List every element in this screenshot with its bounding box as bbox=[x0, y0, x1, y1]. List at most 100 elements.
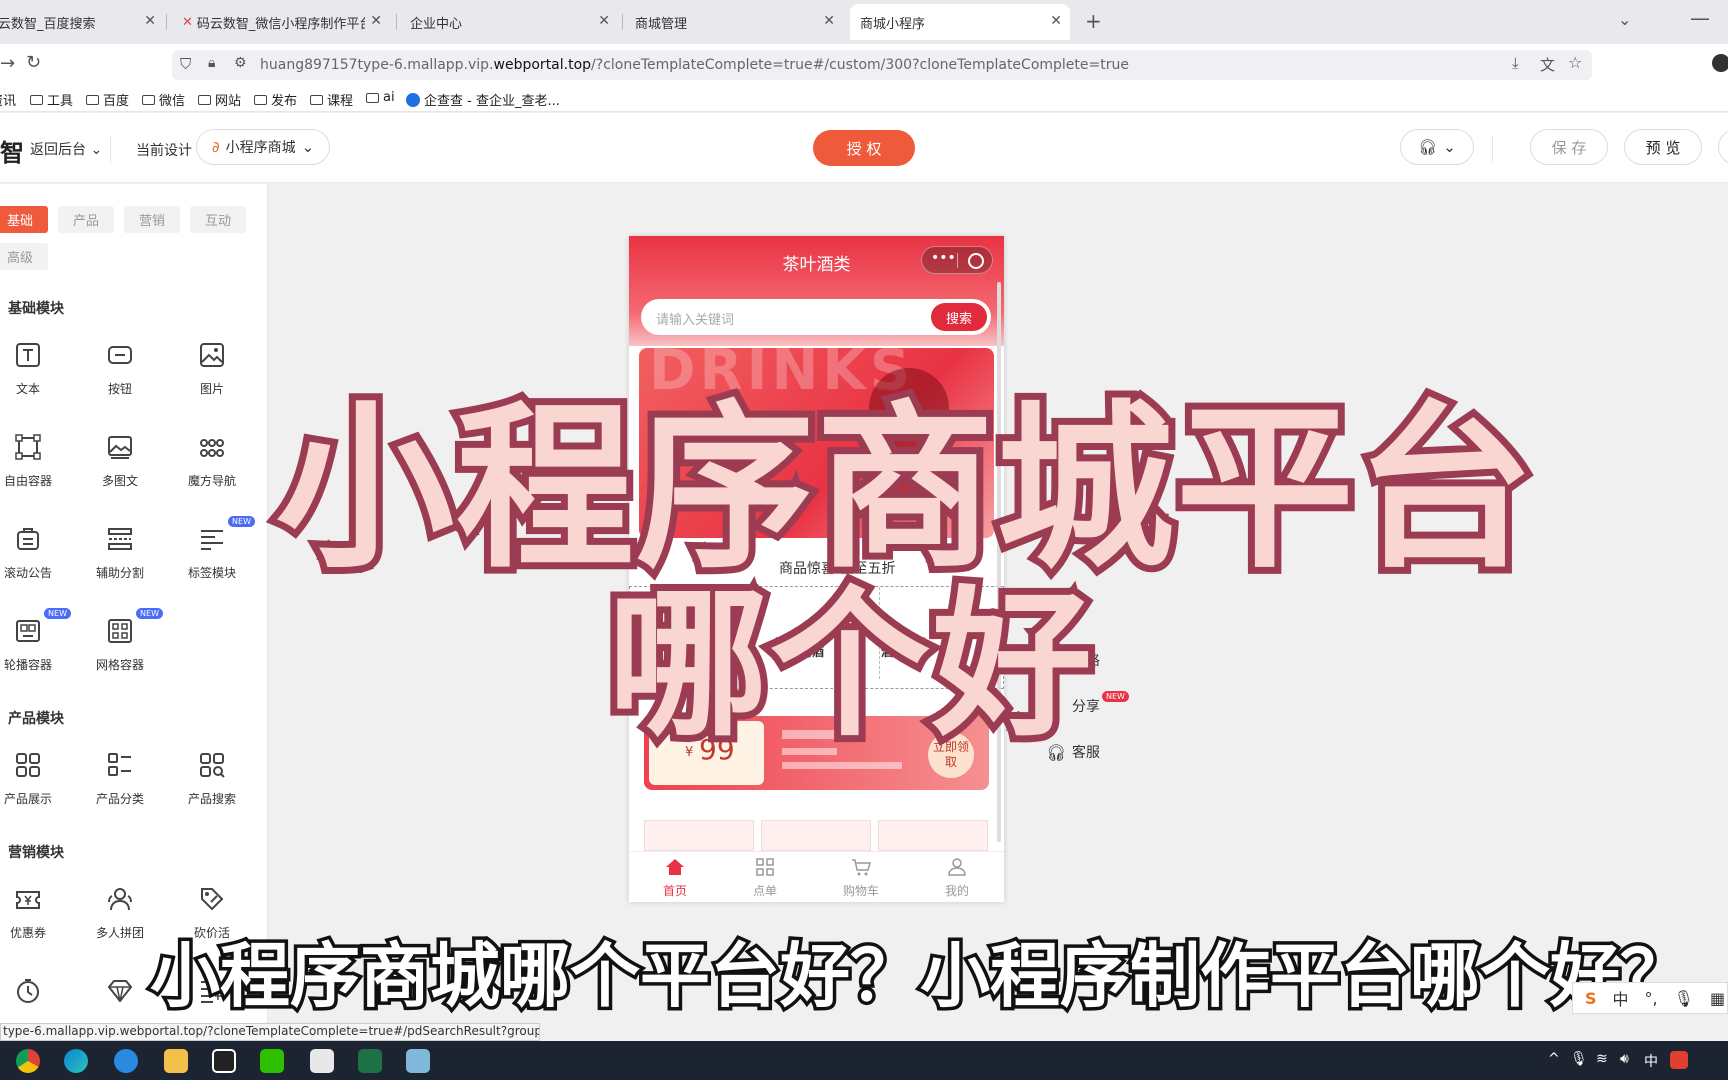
component-scroll-notice[interactable]: 滚动公告 bbox=[0, 526, 73, 596]
component-image[interactable]: 图片 bbox=[167, 342, 257, 412]
help-icon[interactable] bbox=[1712, 54, 1728, 72]
more-dots-icon[interactable]: ••• bbox=[931, 250, 956, 266]
new-tab-icon[interactable]: + bbox=[1085, 9, 1102, 33]
preview-button[interactable]: 预 览 bbox=[1624, 129, 1702, 165]
close-target-icon[interactable] bbox=[968, 253, 984, 269]
bookmark-item[interactable]: 工具 bbox=[30, 90, 73, 109]
tray-ime-indicator[interactable]: 中 bbox=[1644, 1051, 1658, 1071]
minimize-icon[interactable]: — bbox=[1690, 6, 1710, 30]
forward-icon[interactable]: → bbox=[0, 53, 15, 74]
component-text[interactable]: 文本 bbox=[0, 342, 73, 412]
browser-tab-mayun[interactable]: ✕ 码云数智_微信小程序制作平台_ ✕ bbox=[172, 4, 390, 40]
capsule-menu[interactable]: ••• bbox=[921, 246, 993, 274]
component-grid-container[interactable]: NEW 网格容器 bbox=[75, 608, 165, 688]
edge-icon[interactable] bbox=[64, 1049, 88, 1073]
component-button[interactable]: 按钮 bbox=[75, 342, 165, 412]
new-badge: NEW bbox=[1102, 690, 1129, 702]
bookmark-item[interactable]: 企查查 - 查企业_查老... bbox=[406, 90, 560, 109]
bookmark-item[interactable]: ai bbox=[366, 90, 395, 105]
translate-icon[interactable]: 文 bbox=[1540, 54, 1555, 75]
tray-sogou-icon[interactable] bbox=[1670, 1051, 1688, 1069]
close-icon[interactable]: ✕ bbox=[598, 13, 610, 29]
cat-tab-advanced[interactable]: 高级 bbox=[0, 243, 48, 270]
punctuation-icon[interactable]: °, bbox=[1645, 989, 1658, 1008]
tab-label: 企业中心 bbox=[410, 16, 463, 32]
phone-search-box[interactable]: 请输入关键词 搜索 bbox=[641, 299, 991, 335]
bookmark-item[interactable]: 课程 bbox=[310, 90, 353, 109]
support-headset-button[interactable]: 🎧︎ ⌄ bbox=[1400, 129, 1474, 165]
browser-tab-mall-miniprogram[interactable]: 商城小程序 ✕ bbox=[850, 4, 1070, 40]
tab-home[interactable]: 首页 bbox=[645, 858, 705, 899]
component-divider[interactable]: 辅助分割 bbox=[75, 526, 165, 596]
tab-list-chevron-icon[interactable]: ⌄ bbox=[1618, 10, 1631, 29]
component-carousel[interactable]: NEW 轮播容器 bbox=[0, 608, 73, 688]
excel-icon[interactable] bbox=[358, 1049, 382, 1073]
tray-mic-icon[interactable]: 🎙︎ bbox=[1570, 1051, 1588, 1067]
browser-tab-baidu[interactable]: 云数智_百度搜索 ✕ bbox=[0, 4, 164, 40]
bookmark-item[interactable]: 发布 bbox=[254, 90, 297, 109]
file-explorer-icon[interactable] bbox=[164, 1049, 188, 1073]
authorize-button[interactable]: 授 权 bbox=[813, 130, 915, 166]
more-button[interactable] bbox=[1718, 129, 1728, 165]
browser-tab-mall-manage[interactable]: 商城管理 ✕ bbox=[625, 4, 843, 40]
cat-tab-interact[interactable]: 互动 bbox=[190, 206, 246, 233]
qq-icon[interactable] bbox=[212, 1049, 236, 1073]
close-icon[interactable]: ✕ bbox=[370, 13, 382, 29]
tag-list-icon bbox=[201, 530, 223, 550]
bookmark-item[interactable]: 资讯 bbox=[0, 90, 16, 109]
site-settings-icon[interactable]: ⚙ bbox=[234, 55, 247, 71]
component-seckill[interactable] bbox=[0, 978, 73, 1024]
tab-cart[interactable]: 购物车 bbox=[831, 858, 891, 899]
tab-order[interactable]: 点单 bbox=[735, 858, 795, 899]
chrome-icon[interactable] bbox=[16, 1049, 40, 1073]
product-card[interactable] bbox=[644, 820, 754, 851]
app-icon[interactable] bbox=[310, 1049, 334, 1073]
product-card[interactable] bbox=[761, 820, 871, 851]
volume-icon[interactable]: 🔊︎ bbox=[1620, 1051, 1629, 1067]
search-button[interactable]: 搜索 bbox=[931, 303, 987, 331]
save-button[interactable]: 保 存 bbox=[1530, 129, 1608, 165]
component-multi-image-text[interactable]: 多图文 bbox=[75, 434, 165, 504]
component-product-display[interactable]: 产品展示 bbox=[0, 752, 73, 822]
product-card[interactable] bbox=[878, 820, 988, 851]
address-bar[interactable]: ⛉ 🔒︎ ⚙ huang897157type-6.mallapp.vip.web… bbox=[172, 50, 1592, 80]
close-icon[interactable]: ✕ bbox=[1050, 13, 1062, 29]
component-tag[interactable]: NEW 标签模块 bbox=[167, 516, 257, 596]
mic-icon[interactable]: 🎙︎ bbox=[1674, 989, 1694, 1008]
bookmark-item[interactable]: 百度 bbox=[86, 90, 129, 109]
sogou-icon[interactable]: S bbox=[1585, 989, 1597, 1008]
section-basic: 基础模块 bbox=[8, 301, 64, 317]
component-cube-nav[interactable]: 魔方导航 bbox=[167, 434, 257, 504]
close-icon[interactable]: ✕ bbox=[144, 13, 156, 29]
cat-tab-marketing[interactable]: 营销 bbox=[124, 206, 180, 233]
search-input[interactable]: 请输入关键词 bbox=[656, 309, 734, 328]
close-icon[interactable]: ✕ bbox=[823, 13, 835, 29]
star-icon[interactable]: ☆ bbox=[1568, 53, 1582, 72]
url-text[interactable]: huang897157type-6.mallapp.vip.webportal.… bbox=[260, 57, 1129, 73]
section-product: 产品模块 bbox=[8, 711, 64, 727]
reload-icon[interactable]: ↻ bbox=[26, 52, 41, 73]
app-logo: 智 bbox=[0, 139, 24, 167]
timer-icon bbox=[17, 979, 39, 1003]
sogou-browser-icon[interactable] bbox=[114, 1049, 138, 1073]
tray-chevron-icon[interactable]: ^ bbox=[1548, 1051, 1560, 1067]
current-design-select[interactable]: ∂ 小程序商城 ⌄ bbox=[196, 129, 330, 165]
cat-tab-product[interactable]: 产品 bbox=[58, 206, 114, 233]
browser-tab-enterprise[interactable]: 企业中心 ✕ bbox=[400, 4, 618, 40]
download-icon[interactable]: ⤓ bbox=[1512, 54, 1519, 72]
notes-icon[interactable] bbox=[406, 1049, 430, 1073]
toolbox-icon[interactable]: ▦ bbox=[1710, 989, 1725, 1008]
component-free-container[interactable]: 自由容器 bbox=[0, 434, 73, 504]
wechat-icon[interactable] bbox=[260, 1049, 284, 1073]
bookmark-item[interactable]: 网站 bbox=[198, 90, 241, 109]
tab-me[interactable]: 我的 bbox=[927, 858, 987, 899]
phone-tab-bar: 首页 点单 购物车 我的 bbox=[629, 851, 1004, 902]
component-coupon[interactable]: 优惠券 bbox=[0, 886, 73, 956]
bookmark-item[interactable]: 微信 bbox=[142, 90, 185, 109]
component-product-search[interactable]: 产品搜索 bbox=[167, 752, 257, 822]
component-product-category[interactable]: 产品分类 bbox=[75, 752, 165, 822]
ime-lang-toggle[interactable]: 中 bbox=[1613, 986, 1629, 1010]
cat-tab-basic[interactable]: 基础 bbox=[0, 206, 48, 233]
wifi-icon[interactable]: ≋ bbox=[1596, 1051, 1608, 1067]
back-to-admin-button[interactable]: 返回后台 ⌄ bbox=[30, 139, 102, 159]
